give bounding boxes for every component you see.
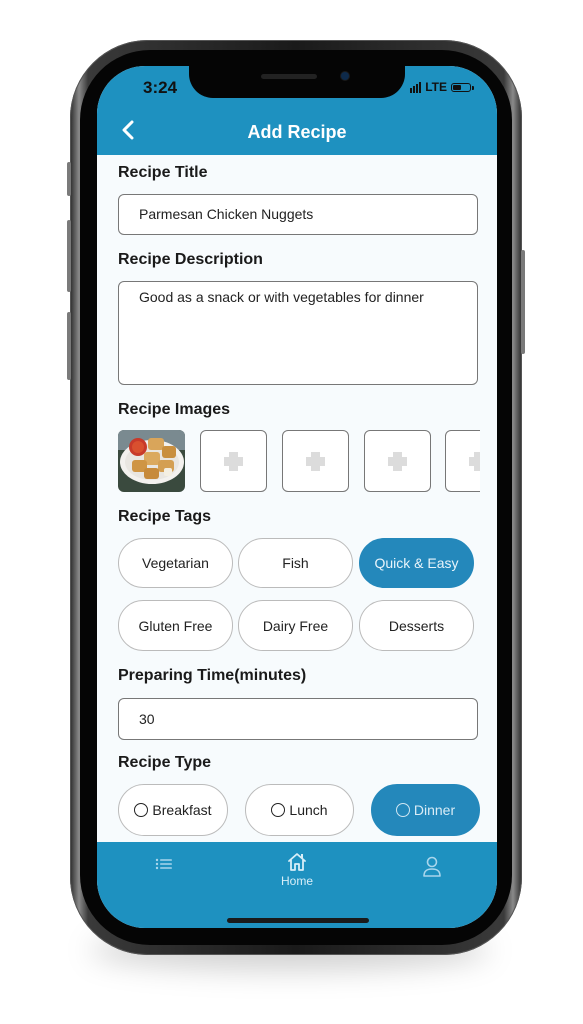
tab-list[interactable]: [147, 856, 181, 916]
recipe-description-label: Recipe Description: [118, 251, 263, 268]
network-label: LTE: [425, 80, 447, 94]
food-photo: [118, 430, 185, 492]
add-image-icon: [469, 452, 480, 471]
radio-circle-icon: [134, 803, 149, 817]
radio-circle-icon: [395, 803, 410, 817]
recipe-type-option[interactable]: Dinner: [371, 784, 480, 836]
volume-up-button: [67, 220, 71, 292]
home-indicator[interactable]: [227, 918, 369, 923]
preparing-time-label: Preparing Time(minutes): [118, 667, 307, 684]
recipe-type-label-text: Dinner: [413, 802, 456, 818]
tag-chip[interactable]: Vegetarian: [118, 538, 233, 588]
status-time: 3:24: [143, 78, 178, 97]
recipe-type-label: Recipe Type: [118, 754, 212, 771]
recipe-image-thumbnail[interactable]: [118, 430, 185, 492]
recipe-title-label: Recipe Title: [118, 164, 208, 181]
tag-chip[interactable]: Desserts: [359, 600, 474, 651]
tab-home-label: Home: [280, 874, 313, 888]
tag-chip[interactable]: Fish: [238, 538, 353, 588]
battery-icon: [451, 82, 474, 92]
tag-chip[interactable]: Dairy Free: [238, 600, 353, 651]
list-icon: [155, 858, 172, 870]
add-image-icon: [306, 452, 325, 471]
tag-chip[interactable]: Gluten Free: [118, 600, 233, 651]
tab-home[interactable]: Home: [273, 852, 321, 912]
recipe-type-label-text: Breakfast: [152, 802, 212, 818]
home-icon: [288, 853, 306, 871]
radio-circle-icon: [271, 803, 286, 817]
bottom-tab-bar: Home: [97, 842, 497, 928]
status-indicators: LTE: [410, 80, 474, 94]
tab-profile[interactable]: [420, 856, 444, 916]
page-title: Add Recipe: [247, 122, 347, 142]
tag-chip[interactable]: Quick & Easy: [359, 538, 474, 588]
recipe-tags-label: Recipe Tags: [118, 508, 212, 525]
volume-down-button: [67, 312, 71, 380]
add-image-icon: [388, 452, 407, 471]
recipe-type-option[interactable]: Breakfast: [118, 784, 228, 836]
add-image-slot[interactable]: [200, 430, 267, 492]
battery-fill: [453, 84, 461, 90]
signal-icon: [410, 81, 422, 93]
app-header: 3:24 LTE Add Recipe: [97, 66, 497, 155]
add-image-slot[interactable]: [364, 430, 431, 492]
power-button: [521, 250, 525, 354]
preparing-time-input[interactable]: 30: [118, 698, 478, 740]
recipe-title-input[interactable]: Parmesan Chicken Nuggets: [118, 194, 478, 235]
notch: [189, 66, 405, 98]
recipe-description-input[interactable]: Good as a snack or with vegetables for d…: [118, 281, 478, 385]
recipe-type-option[interactable]: Lunch: [245, 784, 354, 836]
add-image-icon: [224, 452, 243, 471]
speaker: [261, 74, 317, 79]
add-image-slot[interactable]: [282, 430, 349, 492]
app-screen: 3:24 LTE Add Recipe Recipe Title Parmesa…: [97, 66, 497, 928]
add-image-slot[interactable]: [445, 430, 480, 492]
recipe-images-label: Recipe Images: [118, 401, 231, 418]
mute-switch: [67, 162, 71, 196]
recipe-images-row[interactable]: [118, 430, 480, 492]
user-icon: [423, 856, 441, 877]
recipe-type-label-text: Lunch: [289, 802, 328, 818]
front-camera: [341, 72, 349, 80]
